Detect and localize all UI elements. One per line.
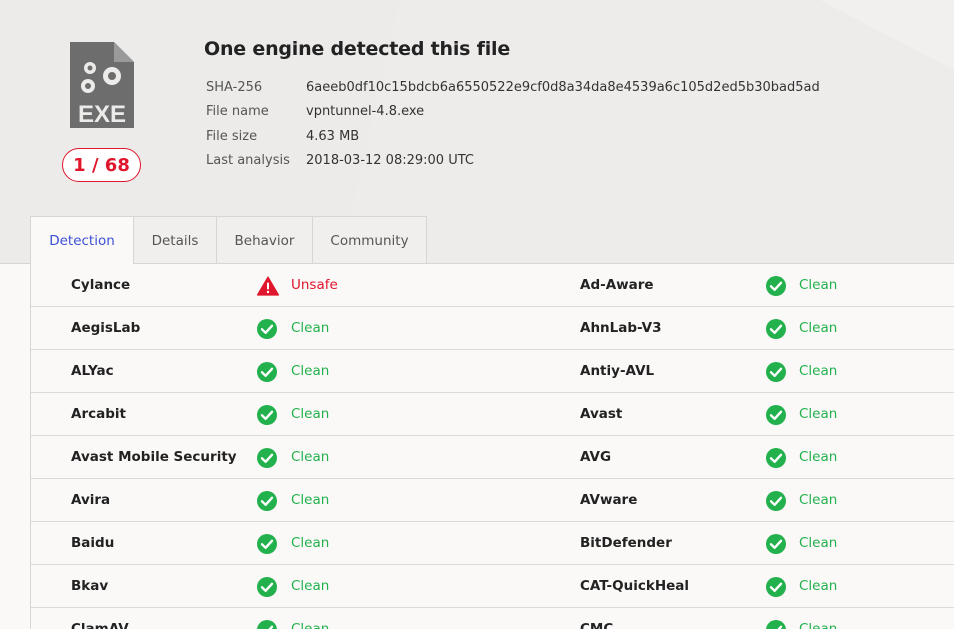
detection-result: Clean xyxy=(799,277,838,293)
meta-value-last-analysis: 2018-03-12 08:29:00 UTC xyxy=(306,153,474,169)
check-circle-icon xyxy=(257,405,277,425)
meta-key: File size xyxy=(206,128,258,144)
detection-result: Clean xyxy=(799,449,838,465)
engine-name: Avast Mobile Security xyxy=(71,449,237,465)
engine-name: AVG xyxy=(580,449,612,465)
detection-result: Clean xyxy=(291,535,330,551)
detection-result: Clean xyxy=(291,406,330,422)
engine-name: AegisLab xyxy=(71,320,141,336)
check-circle-icon xyxy=(257,620,277,629)
detection-ratio-badge: 1 / 68 xyxy=(62,148,141,182)
check-circle-icon xyxy=(766,534,786,554)
detection-result: Clean xyxy=(291,449,330,465)
engine-name: Ad-Aware xyxy=(580,277,654,293)
tab-bar: Detection Details Behavior Community xyxy=(30,216,427,264)
file-summary-header: EXE 1 / 68 One engine detected this file… xyxy=(0,0,954,216)
engine-name: ALYac xyxy=(71,363,114,379)
check-circle-icon xyxy=(766,362,786,382)
tab-community[interactable]: Community xyxy=(312,216,427,264)
check-circle-icon xyxy=(766,577,786,597)
file-meta-list: SHA-256 6aeeb0df10c15bdcb6a6550522e9cf0d… xyxy=(206,75,820,173)
check-circle-icon xyxy=(257,448,277,468)
engine-name: CAT-QuickHeal xyxy=(580,578,690,594)
table-row: Cylance Unsafe Ad-Aware Clean xyxy=(31,264,954,307)
engine-name: CMC xyxy=(580,621,614,629)
detection-result: Clean xyxy=(291,492,330,508)
engine-name: Baidu xyxy=(71,535,115,551)
exe-file-icon: EXE xyxy=(70,42,134,128)
detection-result: Clean xyxy=(799,535,838,551)
detection-result: Clean xyxy=(291,578,330,594)
page-title: One engine detected this file xyxy=(204,38,511,60)
meta-key: Last analysis xyxy=(206,153,290,169)
meta-row-filesize: File size 4.63 MB xyxy=(206,124,820,149)
table-row: Arcabit Clean Avast Clean xyxy=(31,393,954,436)
meta-value-sha256[interactable]: 6aeeb0df10c15bdcb6a6550522e9cf0d8a34da8e… xyxy=(306,80,820,95)
check-circle-icon xyxy=(766,405,786,425)
engine-name: BitDefender xyxy=(580,535,672,551)
meta-value-filename[interactable]: vpntunnel-4.8.exe xyxy=(306,104,424,119)
engine-name: Avira xyxy=(71,492,111,508)
meta-row-last-analysis: Last analysis 2018-03-12 08:29:00 UTC xyxy=(206,149,820,174)
engine-name: ClamAV xyxy=(71,621,129,629)
svg-text:EXE: EXE xyxy=(78,101,126,128)
check-circle-icon xyxy=(257,577,277,597)
detection-result: Clean xyxy=(799,406,838,422)
detection-result: Clean xyxy=(291,621,330,629)
check-circle-icon xyxy=(257,362,277,382)
engine-name: Bkav xyxy=(71,578,109,594)
engine-name: AVware xyxy=(580,492,638,508)
warning-icon xyxy=(256,276,280,296)
detection-result: Clean xyxy=(799,621,838,629)
check-circle-icon xyxy=(257,491,277,511)
check-circle-icon xyxy=(766,491,786,511)
check-circle-icon xyxy=(257,319,277,339)
detection-result: Unsafe xyxy=(291,277,338,293)
table-row: Bkav Clean CAT-QuickHeal Clean xyxy=(31,565,954,608)
check-circle-icon xyxy=(766,319,786,339)
check-circle-icon xyxy=(766,448,786,468)
tab-behavior[interactable]: Behavior xyxy=(216,216,313,264)
meta-key: SHA-256 xyxy=(206,79,263,95)
meta-row-filename: File name vpntunnel-4.8.exe xyxy=(206,100,820,125)
table-row: Avast Mobile Security Clean AVG Clean xyxy=(31,436,954,479)
table-row: ALYac Clean Antiy-AVL Clean xyxy=(31,350,954,393)
check-circle-icon xyxy=(257,534,277,554)
meta-value-filesize: 4.63 MB xyxy=(306,128,360,144)
detection-result: Clean xyxy=(799,578,838,594)
engine-name: AhnLab-V3 xyxy=(580,320,662,336)
table-row: ClamAV Clean CMC Clean xyxy=(31,608,954,629)
engine-name: Cylance xyxy=(71,277,131,293)
check-circle-icon xyxy=(766,620,786,629)
meta-row-sha256: SHA-256 6aeeb0df10c15bdcb6a6550522e9cf0d… xyxy=(206,75,820,100)
check-circle-icon xyxy=(766,276,786,296)
table-row: AegisLab Clean AhnLab-V3 Clean xyxy=(31,307,954,350)
detection-result: Clean xyxy=(799,320,838,336)
detection-result: Clean xyxy=(799,492,838,508)
tab-detection[interactable]: Detection xyxy=(30,216,134,264)
detection-result: Clean xyxy=(799,363,838,379)
tab-details[interactable]: Details xyxy=(133,216,217,264)
detection-panel: Cylance Unsafe Ad-Aware Clean AegisLab Clean A… xyxy=(0,263,954,629)
engine-name: Antiy-AVL xyxy=(580,363,655,379)
detection-result: Clean xyxy=(291,363,330,379)
meta-key: File name xyxy=(206,104,269,120)
table-row: Baidu Clean BitDefender Clean xyxy=(31,522,954,565)
engine-name: Arcabit xyxy=(71,406,126,422)
table-row: Avira Clean AVware Clean xyxy=(31,479,954,522)
engine-name: Avast xyxy=(580,406,623,422)
detection-result: Clean xyxy=(291,320,330,336)
